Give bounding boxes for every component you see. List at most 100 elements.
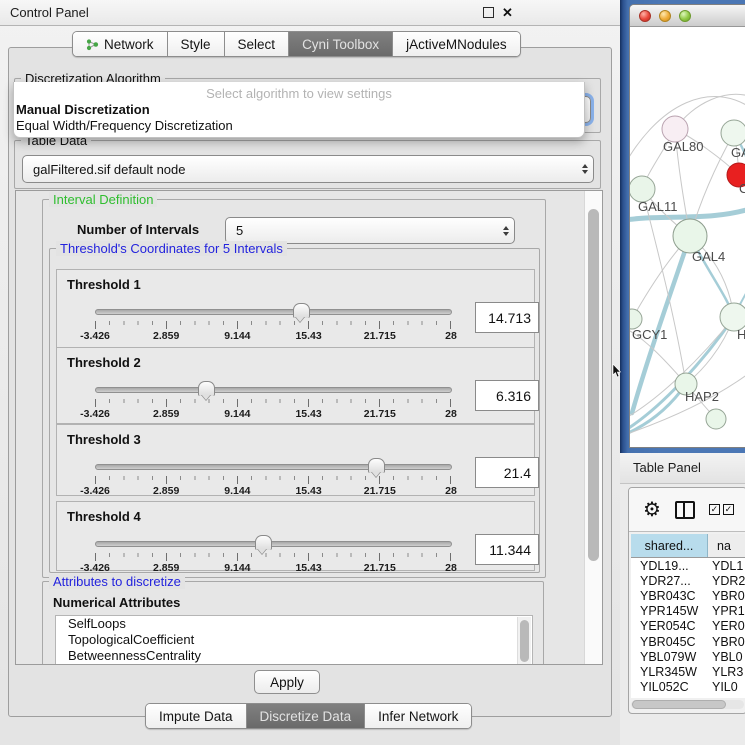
- slider-track[interactable]: [95, 541, 452, 547]
- apply-button[interactable]: Apply: [254, 670, 320, 694]
- list-item-betweennesscentrality[interactable]: BetweennessCentrality: [56, 648, 532, 664]
- checkbox-icon[interactable]: ✓: [709, 504, 720, 515]
- gear-icon[interactable]: ⚙: [643, 500, 661, 520]
- node-label: GAL80: [663, 139, 703, 154]
- table-data-combobox[interactable]: galFiltered.sif default node: [22, 155, 594, 183]
- network-node[interactable]: [630, 309, 642, 329]
- slider-major-ticks: [95, 321, 451, 329]
- tab-impute-data[interactable]: Impute Data: [146, 704, 247, 728]
- threshold-value-field[interactable]: 6.316: [475, 380, 539, 411]
- popup-item-manual-discretization[interactable]: Manual Discretization: [14, 101, 584, 117]
- horizontal-scrollbar[interactable]: [631, 700, 744, 709]
- tab-infer-network[interactable]: Infer Network: [365, 704, 471, 728]
- tab-label: Network: [104, 37, 154, 52]
- tab-label: Infer Network: [378, 709, 458, 724]
- zoom-window-icon[interactable]: [679, 10, 691, 22]
- scale-tick-label: 28: [445, 485, 457, 497]
- table-row[interactable]: YER054CYER0: [631, 619, 745, 634]
- popup-item-equal-width-frequency[interactable]: Equal Width/Frequency Discretization: [14, 117, 584, 133]
- cell-shared-name[interactable]: YBL079W: [631, 650, 707, 664]
- checkbox-icon[interactable]: ✓: [723, 504, 734, 515]
- network-view[interactable]: GAL80GACGAL11GAL4GCY1HHAP2: [630, 27, 745, 446]
- table-row[interactable]: YBR045CYBR0: [631, 634, 745, 649]
- top-tab-bar: Network Style SelectCyni ToolboxjActiveMNo…: [72, 31, 521, 57]
- scale-tick-label: 9.144: [224, 330, 250, 342]
- scale-tick-label: 28: [445, 330, 457, 342]
- tab-cyni-toolbox[interactable]: Cyni Toolbox: [289, 32, 393, 56]
- tab-style[interactable]: Style: [168, 32, 225, 56]
- threshold-label: Threshold 1: [67, 277, 141, 292]
- cell-shared-name[interactable]: YLR345W: [631, 665, 707, 679]
- network-window: GAL80GACGAL11GAL4GCY1HHAP2: [629, 4, 745, 448]
- tab-select[interactable]: Select: [225, 32, 290, 56]
- scale-tick-label: 2.859: [153, 330, 179, 342]
- numerical-attributes-list[interactable]: SelfLoopsTopologicalCoefficientBetweenne…: [55, 615, 533, 665]
- cell-shared-name[interactable]: YER054C: [631, 619, 707, 633]
- cell-name[interactable]: YIL0: [707, 680, 745, 694]
- cell-name[interactable]: YER0: [707, 619, 745, 633]
- cell-shared-name[interactable]: YIL052C: [631, 680, 707, 694]
- network-node[interactable]: [706, 409, 726, 429]
- slider-thumb[interactable]: [255, 535, 272, 550]
- slider-thumb[interactable]: [198, 381, 215, 396]
- vertical-scrollbar[interactable]: [584, 191, 602, 664]
- scale-tick-label: -3.426: [80, 485, 110, 497]
- cell-name[interactable]: YDR2: [707, 574, 745, 588]
- interval-definition-group: Interval Definition Number of Intervals …: [42, 199, 546, 578]
- algorithm-dropdown-popup: Select algorithm to view settings Manual…: [13, 82, 585, 138]
- table-row[interactable]: YBL079WYBL0: [631, 649, 745, 664]
- cell-name[interactable]: YDL1: [707, 559, 745, 573]
- table-row[interactable]: YDL19...YDL1: [631, 558, 745, 573]
- scale-tick-label: 9.144: [224, 408, 250, 420]
- tab-discretize-data[interactable]: Discretize Data: [247, 704, 366, 728]
- tab-network[interactable]: Network: [73, 32, 168, 56]
- list-scrollbar[interactable]: [517, 617, 531, 665]
- table-row[interactable]: YIL052CYIL0: [631, 680, 745, 695]
- list-item-selfloops[interactable]: SelfLoops: [56, 616, 532, 632]
- cell-name[interactable]: YLR3: [707, 665, 745, 679]
- scale-tick-label: 2.859: [153, 485, 179, 497]
- tab-label: Style: [181, 37, 211, 52]
- scale-tick-label: 9.144: [224, 485, 250, 497]
- table-row[interactable]: YLR345WYLR3: [631, 664, 745, 679]
- screen: Control Panel ✕ NetworkStyleSelectCyni T…: [0, 0, 745, 745]
- threshold-value-field[interactable]: 14.713: [475, 302, 539, 333]
- slider-track[interactable]: [95, 464, 452, 470]
- cell-shared-name[interactable]: YBR045C: [631, 635, 707, 649]
- cell-name[interactable]: YBR0: [707, 635, 745, 649]
- cell-shared-name[interactable]: YDR27...: [631, 574, 707, 588]
- tab-jactivemnodules[interactable]: jActiveMNodules: [393, 32, 520, 56]
- network-icon: [86, 38, 99, 51]
- slider-thumb[interactable]: [368, 458, 385, 473]
- slider-track[interactable]: [95, 309, 452, 315]
- network-node[interactable]: [721, 120, 745, 146]
- close-window-icon[interactable]: [639, 10, 651, 22]
- float-panel-icon[interactable]: [483, 7, 494, 18]
- slider-scale: -3.4262.8599.14415.4321.71528: [95, 562, 451, 574]
- slider-thumb[interactable]: [293, 303, 310, 318]
- table-row[interactable]: YBR043CYBR0: [631, 588, 745, 603]
- column-header-shared-name[interactable]: shared...: [631, 534, 708, 557]
- cell-name[interactable]: YBL0: [707, 650, 745, 664]
- scale-tick-label: 2.859: [153, 562, 179, 574]
- cell-shared-name[interactable]: YPR145W: [631, 604, 707, 618]
- table-row[interactable]: YDR27...YDR2: [631, 573, 745, 588]
- list-item-topologicalcoefficient[interactable]: TopologicalCoefficient: [56, 632, 532, 648]
- network-node[interactable]: [673, 219, 707, 253]
- cell-name[interactable]: YBR0: [707, 589, 745, 603]
- table-row[interactable]: YPR145WYPR1: [631, 604, 745, 619]
- threshold-value-field[interactable]: 21.4: [475, 457, 539, 488]
- threshold-value-field[interactable]: 11.344: [475, 534, 539, 565]
- cell-name[interactable]: YPR1: [707, 604, 745, 618]
- minimize-window-icon[interactable]: [659, 10, 671, 22]
- column-header-name[interactable]: na: [708, 534, 745, 557]
- scale-tick-label: 21.715: [364, 408, 396, 420]
- slider-track[interactable]: [95, 387, 452, 393]
- number-of-intervals-combobox[interactable]: 5: [225, 217, 515, 244]
- cell-shared-name[interactable]: YBR043C: [631, 589, 707, 603]
- cell-shared-name[interactable]: YDL19...: [631, 559, 707, 573]
- split-view-icon[interactable]: [675, 501, 695, 519]
- close-icon[interactable]: ✕: [502, 7, 513, 18]
- threshold-panel-1: Threshold 1-3.4262.8599.14415.4321.71528…: [56, 269, 535, 348]
- network-graph[interactable]: GAL80GACGAL11GAL4GCY1HHAP2: [630, 27, 745, 446]
